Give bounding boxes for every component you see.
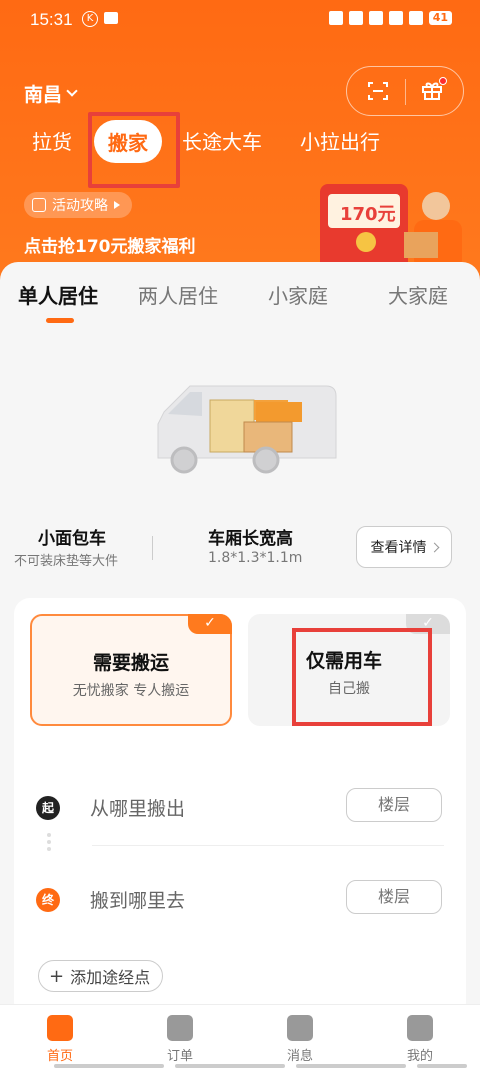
truck-icon — [47, 1015, 73, 1041]
hd-signal-icon — [368, 11, 383, 25]
nav-label: 消息 — [286, 1049, 313, 1064]
van-illustration — [157, 385, 337, 474]
coupon-amount: 170元 — [340, 204, 396, 225]
tab-indicator — [46, 318, 74, 323]
start-address-input[interactable]: 从哪里搬出 — [90, 794, 185, 821]
tab-single[interactable]: 单人居住 — [18, 280, 98, 309]
divider — [405, 79, 406, 105]
scan-icon[interactable] — [367, 80, 389, 102]
promo-headline[interactable]: 点击抢170元搬家福利 — [24, 232, 196, 257]
highlight-box — [88, 112, 180, 188]
vehicle-note: 不可装床垫等大件 — [14, 554, 119, 569]
tab-xiaola[interactable]: 小拉出行 — [300, 126, 380, 155]
k-icon: K — [82, 11, 98, 27]
book-icon — [32, 198, 46, 212]
city-name: 南昌 — [24, 84, 63, 106]
check-icon: ✓ — [188, 614, 232, 634]
view-details-label: 查看详情 — [370, 540, 427, 556]
chevron-down-icon — [66, 85, 78, 97]
nav-label: 我的 — [406, 1049, 433, 1064]
nav-label: 首页 — [46, 1049, 73, 1064]
main-tabs: 拉货 搬家 长途大车 小拉出行 — [0, 120, 480, 170]
nav-home[interactable]: 首页 — [25, 1015, 95, 1064]
vehicle-name: 小面包车 — [38, 529, 106, 549]
notification-dot — [439, 77, 447, 85]
vehicle-info: 小面包车 不可装床垫等大件 车厢长宽高 1.8*1.3*1.1m 查看详情 — [0, 520, 480, 580]
household-tabs: 单人居住 两人居住 小家庭 大家庭 — [0, 280, 480, 320]
city-selector[interactable]: 南昌 — [24, 80, 78, 107]
end-address-input[interactable]: 搬到哪里去 — [90, 886, 185, 913]
dimension-value: 1.8*1.3*1.1m — [208, 550, 303, 566]
status-bar: 15:31 K 41 — [0, 8, 480, 32]
document-icon — [167, 1015, 193, 1041]
tab-couple[interactable]: 两人居住 — [138, 280, 218, 309]
nav-messages[interactable]: 消息 — [265, 1015, 335, 1064]
nav-profile[interactable]: 我的 — [385, 1015, 455, 1064]
nav-label: 订单 — [166, 1049, 193, 1064]
bottom-nav: 首页 订单 消息 我的 — [0, 1004, 480, 1070]
option-need-moving[interactable]: ✓ 需要搬运 无忧搬家 专人搬运 — [30, 614, 232, 726]
top-action-buttons — [346, 66, 464, 116]
gesture-bar — [296, 1064, 406, 1068]
add-stop-button[interactable]: + 添加途经点 — [38, 960, 164, 992]
chevron-right-icon — [429, 542, 439, 552]
chat-icon — [287, 1015, 313, 1041]
highlight-box — [292, 628, 432, 726]
nav-orders[interactable]: 订单 — [145, 1015, 215, 1064]
location-icon — [328, 11, 343, 25]
tab-small-family[interactable]: 小家庭 — [268, 280, 328, 309]
view-details-button[interactable]: 查看详情 — [356, 526, 452, 568]
add-stop-label: 添加途经点 — [70, 968, 151, 987]
signal-4g-icon — [388, 11, 403, 25]
activity-guide-pill[interactable]: 活动攻略 — [24, 192, 132, 218]
option-title: 需要搬运 — [92, 652, 169, 674]
end-address-row[interactable]: 终 搬到哪里去 楼层 — [36, 880, 446, 920]
option-subtitle: 无忧搬家 专人搬运 — [72, 683, 190, 699]
mute-icon — [348, 11, 363, 25]
divider — [152, 536, 153, 560]
start-badge: 起 — [36, 796, 60, 820]
tab-lahuo[interactable]: 拉货 — [32, 126, 72, 155]
end-floor-button[interactable]: 楼层 — [346, 880, 442, 914]
person-icon — [407, 1015, 433, 1041]
activity-guide-label: 活动攻略 — [52, 198, 108, 214]
battery-icon: 41 — [428, 11, 452, 25]
gesture-bar — [175, 1064, 285, 1068]
start-floor-button[interactable]: 楼层 — [346, 788, 442, 822]
car-icon — [104, 12, 118, 24]
gesture-bar — [54, 1064, 164, 1068]
route-dots — [46, 830, 52, 854]
arrow-right-icon — [114, 201, 120, 209]
status-time: 15:31 — [30, 10, 73, 29]
end-badge: 终 — [36, 888, 60, 912]
start-address-row[interactable]: 起 从哪里搬出 楼层 — [36, 788, 446, 828]
signal-5g-icon — [408, 11, 423, 25]
tab-changtu[interactable]: 长途大车 — [182, 126, 262, 155]
divider — [92, 845, 444, 846]
tab-big-family[interactable]: 大家庭 — [388, 280, 448, 309]
dimension-label: 车厢长宽高 — [208, 529, 293, 549]
plus-icon: + — [49, 965, 65, 987]
gesture-bar — [417, 1064, 467, 1068]
